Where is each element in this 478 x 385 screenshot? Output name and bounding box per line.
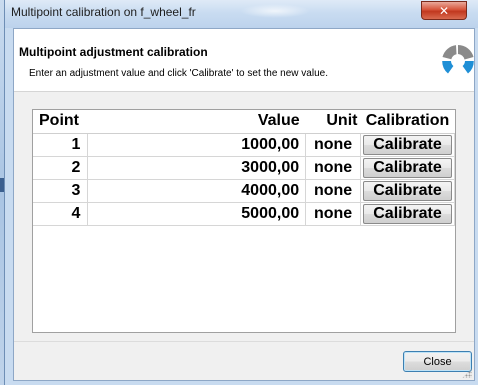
point-cell: 3 [33,178,89,203]
calibrate-button[interactable]: Calibrate [362,180,452,201]
close-button[interactable]: Close [403,351,472,372]
calibration-dialog: Multipoint calibration on f_wheel_fr ✕ M… [4,0,478,385]
unit-cell: none [305,132,361,157]
column-header-value[interactable]: Value [87,110,306,134]
value-cell[interactable]: 1000,00 [87,132,307,157]
unit-cell: none [305,155,361,180]
window-close-button[interactable]: ✕ [421,1,467,20]
title-bar-glow [240,4,310,18]
calibration-table: Point Value Unit Calibration 1 1000,00 n… [33,110,456,226]
table-row: 1 1000,00 none Calibrate [33,132,456,157]
window-title: Multipoint calibration on f_wheel_fr [11,5,196,19]
table-row: 4 5000,00 none Calibrate [33,201,456,226]
table-header-row: Point Value Unit Calibration [33,110,455,134]
value-cell[interactable]: 4000,00 [87,178,307,203]
point-cell: 1 [33,132,89,157]
value-cell[interactable]: 3000,00 [87,155,307,180]
column-header-calibration[interactable]: Calibration [360,110,455,134]
header-subtitle: Enter an adjustment value and click 'Cal… [29,68,328,79]
title-bar[interactable]: Multipoint calibration on f_wheel_fr ✕ [5,0,478,28]
footer-divider [14,341,474,342]
calibration-cell: Calibrate [359,201,456,226]
point-cell: 4 [33,201,89,226]
calibration-grid: Point Value Unit Calibration 1 1000,00 n… [32,109,456,333]
header-title: Multipoint adjustment calibration [19,45,208,59]
dialog-header: Multipoint adjustment calibration Enter … [14,29,474,92]
calibrate-button[interactable]: Calibrate [362,134,452,155]
calibration-cell: Calibrate [359,155,456,180]
column-header-unit[interactable]: Unit [305,110,361,134]
value-cell[interactable]: 5000,00 [87,201,307,226]
dialog-client-area: Multipoint adjustment calibration Enter … [13,28,475,381]
calibrate-button[interactable]: Calibrate [362,203,452,224]
table-row: 2 3000,00 none Calibrate [33,155,456,180]
close-icon: ✕ [438,3,450,18]
calibrate-button[interactable]: Calibrate [362,157,452,178]
unit-cell: none [305,178,361,203]
segmented-ring-logo-icon [442,44,474,74]
unit-cell: none [305,201,361,226]
point-cell: 2 [33,155,89,180]
table-row: 3 4000,00 none Calibrate [33,178,456,203]
calibration-cell: Calibrate [359,132,456,157]
column-header-point[interactable]: Point [33,110,88,134]
calibration-cell: Calibrate [359,178,456,203]
